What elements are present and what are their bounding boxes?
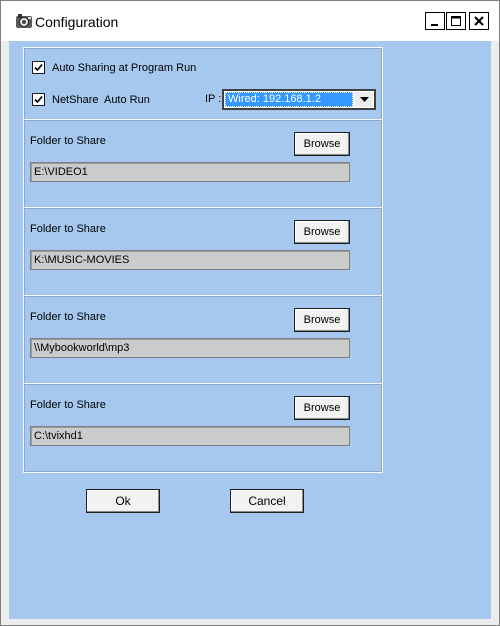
auto-sharing-label: Auto Sharing at Program Run — [52, 61, 197, 74]
ip-label: IP : — [205, 93, 222, 105]
folder-path-field-2[interactable]: K:\MUSIC-MOVIES — [30, 250, 350, 270]
folder-label: Folder to Share — [30, 135, 106, 147]
window-title: Configuration — [35, 14, 119, 30]
maximize-icon — [451, 16, 461, 26]
netshare-autorun-option[interactable]: NetShare Auto Run — [32, 93, 150, 106]
cancel-button[interactable]: Cancel — [230, 489, 304, 513]
folder-share-group-2: Folder to Share Browse K:\MUSIC-MOVIES — [23, 207, 383, 297]
folder-label: Folder to Share — [30, 223, 106, 235]
dialog-body: Auto Sharing at Program Run NetShare Aut… — [9, 41, 491, 619]
checkmark-icon — [34, 63, 43, 72]
checkmark-icon — [34, 95, 43, 104]
dropdown-arrow-button[interactable] — [355, 92, 373, 107]
ip-dropdown[interactable]: Wired: 192.168.1.2 — [222, 89, 376, 110]
browse-button-2[interactable]: Browse — [294, 220, 350, 244]
title-bar[interactable]: Configuration — [1, 1, 499, 41]
auto-sharing-option[interactable]: Auto Sharing at Program Run — [32, 61, 196, 74]
close-icon — [474, 16, 484, 26]
minimize-icon — [431, 24, 438, 26]
folder-share-group-1: Folder to Share Browse E:\VIDEO1 — [23, 119, 383, 209]
options-group: Auto Sharing at Program Run NetShare Aut… — [23, 47, 383, 121]
close-button[interactable] — [469, 12, 489, 30]
maximize-button[interactable] — [446, 12, 466, 30]
folder-share-group-3: Folder to Share Browse \\Mybookworld\mp3 — [23, 295, 383, 385]
chevron-down-icon — [359, 96, 369, 102]
folder-path-field-1[interactable]: E:\VIDEO1 — [30, 162, 350, 182]
ok-button[interactable]: Ok — [86, 489, 160, 513]
folder-label: Folder to Share — [30, 399, 106, 411]
browse-button-4[interactable]: Browse — [294, 396, 350, 420]
auto-sharing-checkbox[interactable] — [32, 61, 45, 74]
netshare-autorun-label: NetShare Auto Run — [52, 93, 150, 106]
folder-share-group-4: Folder to Share Browse C:\tvixhd1 — [23, 383, 383, 473]
configuration-window: Configuration Auto Sharing at Program Ru… — [0, 0, 500, 626]
folder-path-field-4[interactable]: C:\tvixhd1 — [30, 426, 350, 446]
browse-button-3[interactable]: Browse — [294, 308, 350, 332]
minimize-button[interactable] — [425, 12, 445, 30]
app-icon[interactable] — [15, 13, 33, 31]
folder-label: Folder to Share — [30, 311, 106, 323]
browse-button-1[interactable]: Browse — [294, 132, 350, 156]
ip-selected-value: Wired: 192.168.1.2 — [225, 92, 353, 107]
folder-path-field-3[interactable]: \\Mybookworld\mp3 — [30, 338, 350, 358]
netshare-autorun-checkbox[interactable] — [32, 93, 45, 106]
